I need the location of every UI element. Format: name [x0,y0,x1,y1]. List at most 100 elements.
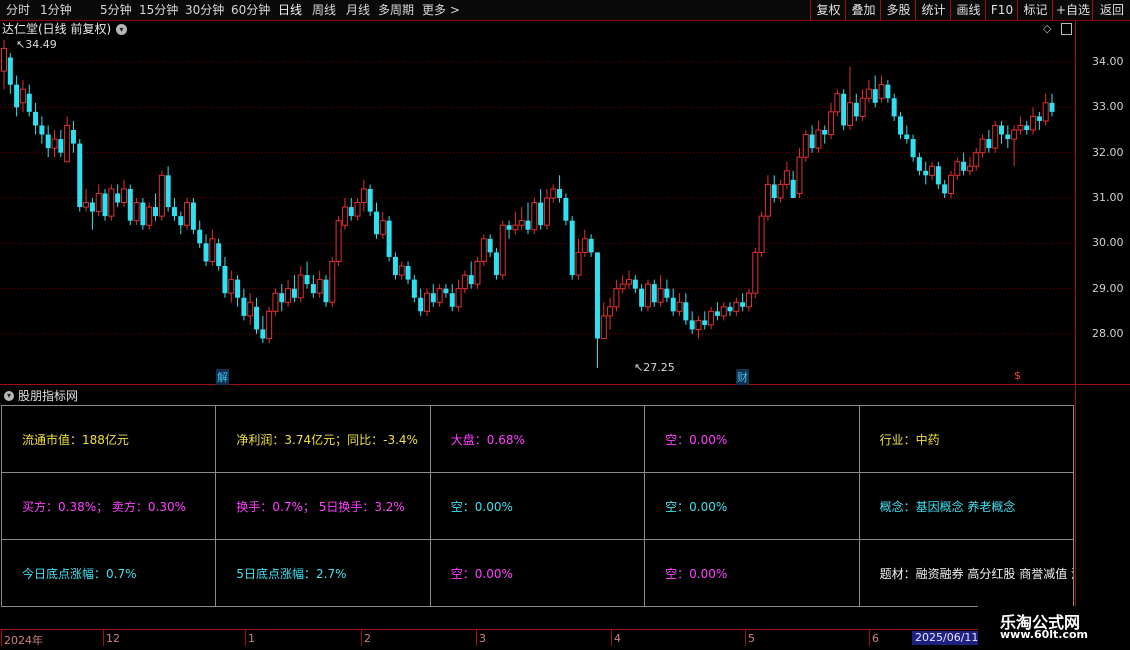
candle-body [254,306,260,330]
candle-body [644,283,651,308]
add-watchlist-button[interactable]: +自选 [1052,0,1093,20]
candle-body [676,301,683,312]
period-daily[interactable]: 日线 [278,2,302,18]
candle-body [423,292,430,312]
candle-body [158,174,165,217]
diamond-icon[interactable]: ◇ [1043,22,1051,35]
candle-body [796,156,803,194]
candle-body [279,293,285,303]
low-price-label: ↖27.25 [634,361,675,374]
candle-body [783,170,790,185]
candle-body [834,93,841,113]
candle [538,188,544,230]
period-1min[interactable]: 1分钟 [40,2,72,18]
candle-body [468,275,474,285]
f10-button[interactable]: F10 [985,0,1018,20]
price-tick-label: 30.00 [1092,236,1124,250]
candle-body [83,202,90,208]
candle [702,311,708,330]
candle [430,284,436,307]
candle [158,170,165,221]
fuquan-button[interactable]: 复权 [810,0,846,20]
candle-body [405,266,411,280]
candle [335,216,342,266]
period-monthly[interactable]: 月线 [346,2,370,18]
time-tick-mark [476,630,477,646]
stats-button[interactable]: 统计 [915,0,951,20]
candle [563,193,569,226]
candle-body [165,175,171,208]
indicator-cell: 5日底点涨幅：2.7% [215,539,431,607]
candle [802,130,809,162]
candle-body [26,93,32,112]
candle [954,157,961,180]
period-more[interactable]: 更多 > [422,2,460,18]
candle [120,179,127,208]
candle [279,284,285,312]
candle-body [961,161,967,171]
period-30min[interactable]: 30分钟 [185,2,224,18]
candle-body [929,165,936,176]
period-multi[interactable]: 多周期 [378,2,414,18]
period-fenshi[interactable]: 分时 [6,2,30,18]
period-60min[interactable]: 60分钟 [231,2,270,18]
mark-button[interactable]: 标记 [1017,0,1053,20]
candle-body [733,301,740,312]
candle-body [947,174,954,194]
candle [108,184,115,221]
time-tick-mark [1,630,2,646]
candle [1005,125,1011,149]
candle-body [588,238,594,253]
candle [512,211,519,235]
candle-body [594,252,600,339]
candle-body [297,274,304,299]
candle [487,234,493,257]
indicator-cell: 买方：0.38%； 卖方：0.30% [0,472,217,540]
draw-line-button[interactable]: 画线 [950,0,986,20]
candle [310,275,316,298]
candle [947,170,954,198]
panel-divider [0,384,1130,385]
period-weekly[interactable]: 周线 [312,2,336,18]
time-tick-mark [245,630,246,646]
candle [910,134,916,162]
financial-report-marker[interactable]: 财 [736,369,749,385]
back-button[interactable]: 返回 [1092,0,1130,20]
candle [115,184,121,208]
candle-body [45,134,51,149]
candle [689,311,695,334]
multi-stock-button[interactable]: 多股 [880,0,916,20]
candle [916,152,922,176]
candle-body [670,297,676,312]
candle [664,279,670,303]
candle [209,229,216,266]
period-15min[interactable]: 15分钟 [139,2,178,18]
candle [1,39,7,90]
candle [841,89,847,130]
panel-chevron-icon[interactable]: ▾ [4,391,14,401]
unlock-marker[interactable]: 解 [216,369,229,385]
dividend-marker[interactable]: $ [1014,369,1021,382]
time-tick-label: 2024年 [4,634,43,647]
candle-body [14,84,20,108]
candle [973,148,980,171]
indicator-cell: 大盘：0.68% [429,405,646,473]
candle [360,179,367,212]
indicator-cell: 流通市值：188亿元 [0,405,217,473]
candle [45,125,51,158]
candle-body [436,288,443,303]
window-toggle-icon[interactable] [1061,23,1072,35]
candle-body [916,157,922,171]
candle-body [411,279,417,298]
chevron-down-icon[interactable]: ▾ [116,24,127,35]
candle [613,279,620,312]
candle-body [178,216,184,226]
candle-body [58,139,64,153]
candle-body [1011,129,1018,140]
candle-body [910,139,916,158]
candle-body [1030,115,1037,131]
indicator-cell: 今日底点涨幅：0.7% [0,539,217,607]
period-5min[interactable]: 5分钟 [100,2,132,18]
candle-body [285,288,292,303]
overlay-button[interactable]: 叠加 [845,0,881,20]
